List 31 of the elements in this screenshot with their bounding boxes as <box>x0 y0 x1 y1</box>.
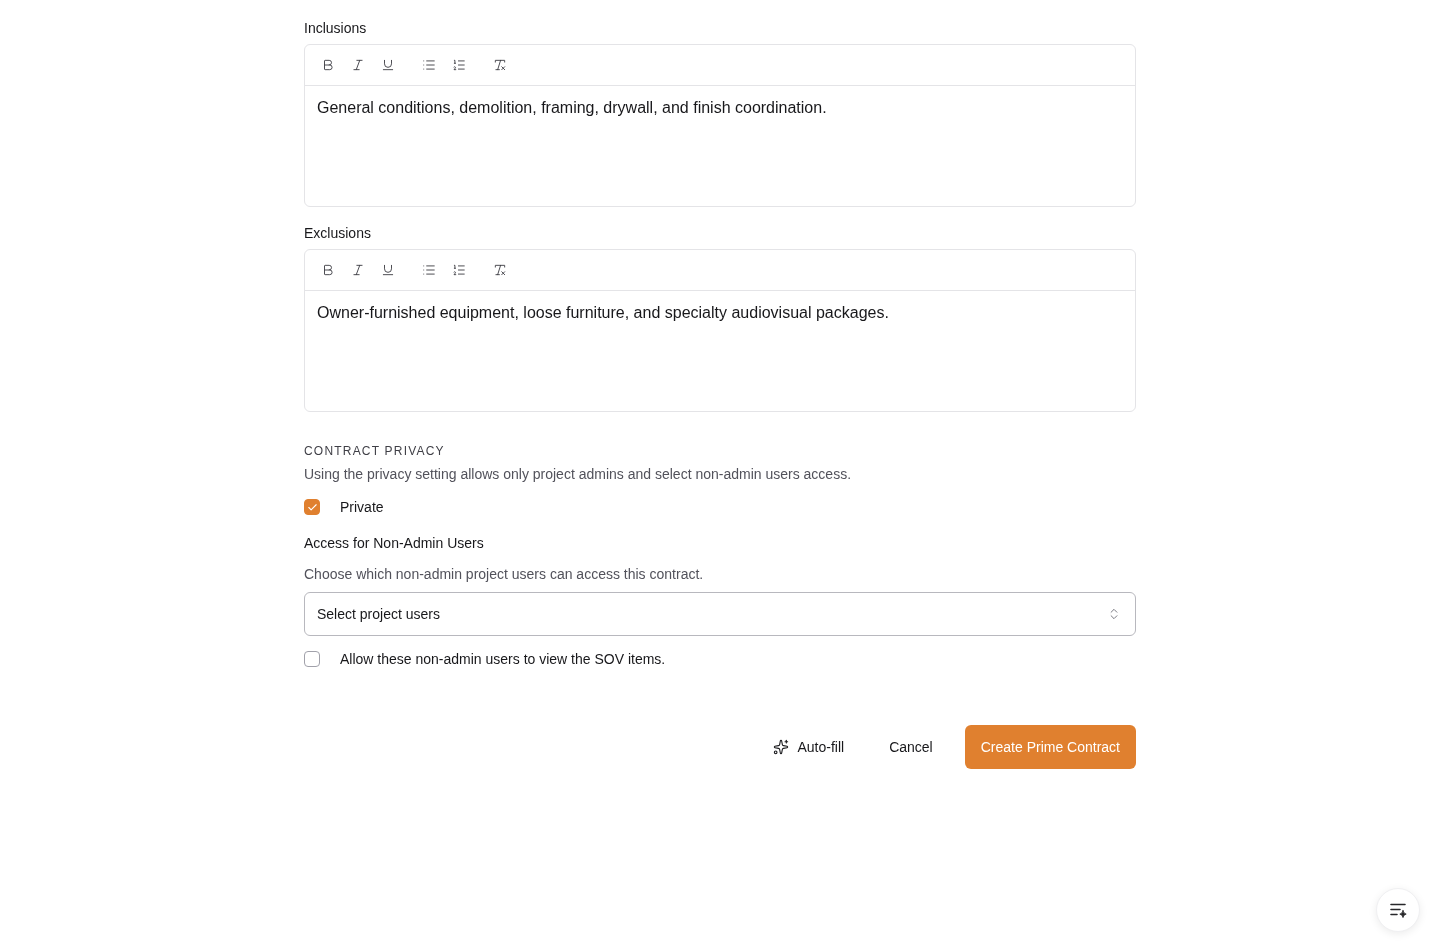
field-label: Exclusions <box>304 224 371 243</box>
checkbox-label: Allow these non-admin users to view the SOV items. <box>340 650 666 669</box>
checkbox[interactable] <box>304 651 320 667</box>
autofill-button[interactable]: Auto-fill <box>757 725 861 769</box>
field-label: Inclusions <box>304 19 367 38</box>
bullet-list-icon <box>422 263 436 277</box>
bold-icon <box>321 58 335 72</box>
clear-formatting-icon <box>493 58 507 72</box>
italic-icon <box>351 58 365 72</box>
italic-icon <box>351 263 365 277</box>
field-description: Choose which non-admin project users can access this contract. <box>304 565 704 584</box>
bold-icon <box>321 263 335 277</box>
section-heading: CONTRACT PRIVACY <box>304 443 445 459</box>
checkbox-label: Private <box>340 498 384 517</box>
field-label: Access for Non-Admin Users <box>304 534 484 553</box>
cancel-button[interactable]: Cancel <box>873 725 949 769</box>
clear-formatting-icon <box>493 263 507 277</box>
sparkle-icon <box>773 739 790 755</box>
user-select[interactable]: Select project users <box>304 592 1136 636</box>
check-icon <box>306 501 318 513</box>
underline-icon <box>381 263 395 277</box>
bullet-list-icon <box>422 58 436 72</box>
numbered-list-icon <box>452 263 466 277</box>
editor-input[interactable]: Owner-furnished equipment, loose furniture, and specialty audiovisual packages. <box>305 291 1135 411</box>
editor-input[interactable]: General conditions, demolition, framing, drywall, and finish coordination. <box>305 86 1135 206</box>
numbered-list-icon <box>452 58 466 72</box>
checkbox[interactable] <box>304 499 320 515</box>
section-description: Using the privacy setting allows only project admins and select non-admin users access. <box>304 465 852 484</box>
floating-action-button[interactable] <box>1376 888 1420 932</box>
lines-sparkle-icon <box>1389 902 1407 918</box>
underline-icon <box>381 58 395 72</box>
